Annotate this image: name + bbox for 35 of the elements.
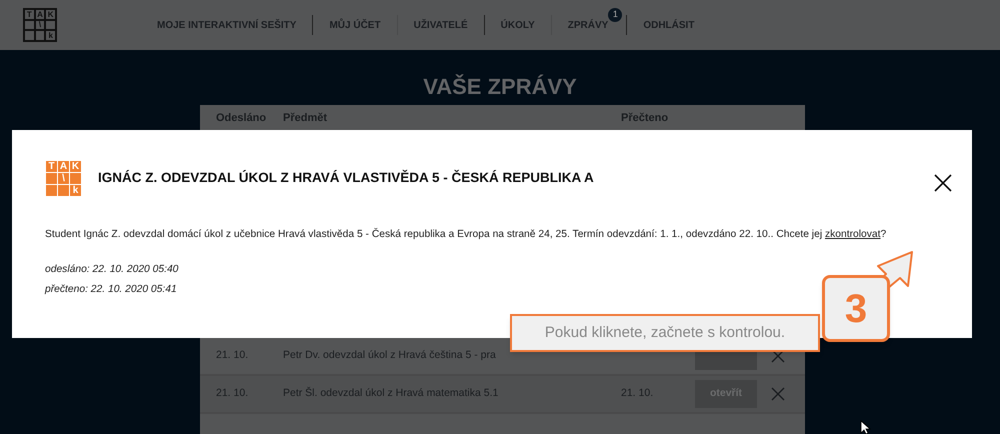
nav-link[interactable]: ZPRÁVY [552, 18, 608, 32]
logo-letter: \ [38, 21, 42, 30]
logo-letter: K [48, 10, 54, 19]
logo-letter: A [60, 162, 68, 172]
logo-letter: k [48, 32, 53, 40]
close-button[interactable] [933, 173, 953, 193]
logo-letter: K [72, 162, 80, 172]
logo-letter: T [26, 10, 32, 19]
delete-button[interactable] [771, 349, 785, 363]
check-link[interactable]: zkontrolovat [824, 229, 881, 240]
read-time: přečteno: 22. 10. 2020 05:41 [45, 282, 178, 297]
column-header: Přečteno [621, 111, 668, 126]
nav-link[interactable]: MŮJ ÚČET [313, 18, 397, 32]
sent-time: odesláno: 22. 10. 2020 05:40 [45, 263, 180, 278]
mouse-cursor-icon [860, 420, 872, 434]
logo-letter: \ [62, 174, 65, 184]
column-header: Odesláno [216, 111, 268, 126]
step-number: 3 [822, 275, 890, 342]
nav-link[interactable]: UŽIVATELÉ [398, 18, 484, 32]
dialog-title: IGNÁC Z. ODEVZDAL ÚKOL Z HRAVÁ VLASTIVĚDA 5 - ČESKÁ REPUBLIKA A [98, 168, 594, 188]
close-icon [933, 173, 953, 193]
table-cell-text: Petr Dv. odevzdal úkol z Hravá čeština 5 - pra [283, 348, 497, 364]
nav-link[interactable]: ODHLÁSIT [627, 18, 710, 32]
notification-badge: 1 [608, 8, 622, 22]
table-cell-text: 21. 10. [216, 348, 250, 364]
logo[interactable]: T A K \ k [23, 8, 57, 42]
nav-link[interactable]: MOJE INTERAKTIVNÍ SEŠITY [141, 18, 312, 32]
nav-link[interactable]: ÚKOLY [484, 18, 551, 32]
logo-letter: A [37, 10, 43, 19]
tooltip: Pokud kliknete, začnete s kontrolou. [510, 314, 820, 352]
page-title: VAŠE ZPRÁVY [422, 73, 578, 101]
logo-letter: k [72, 186, 78, 196]
column-header: Předmět [283, 111, 328, 126]
logo-letter: T [48, 162, 55, 172]
message-text: Student Ignác Z. odevzdal domácí úkol z učebnice Hravá vlastivěda 5 - Česká republika a Evropa na straně 24, 25. Termín odevzdání: 1. 1., odevzdáno 22. 10.. Chcete jej zkontrolovat? [45, 227, 888, 242]
